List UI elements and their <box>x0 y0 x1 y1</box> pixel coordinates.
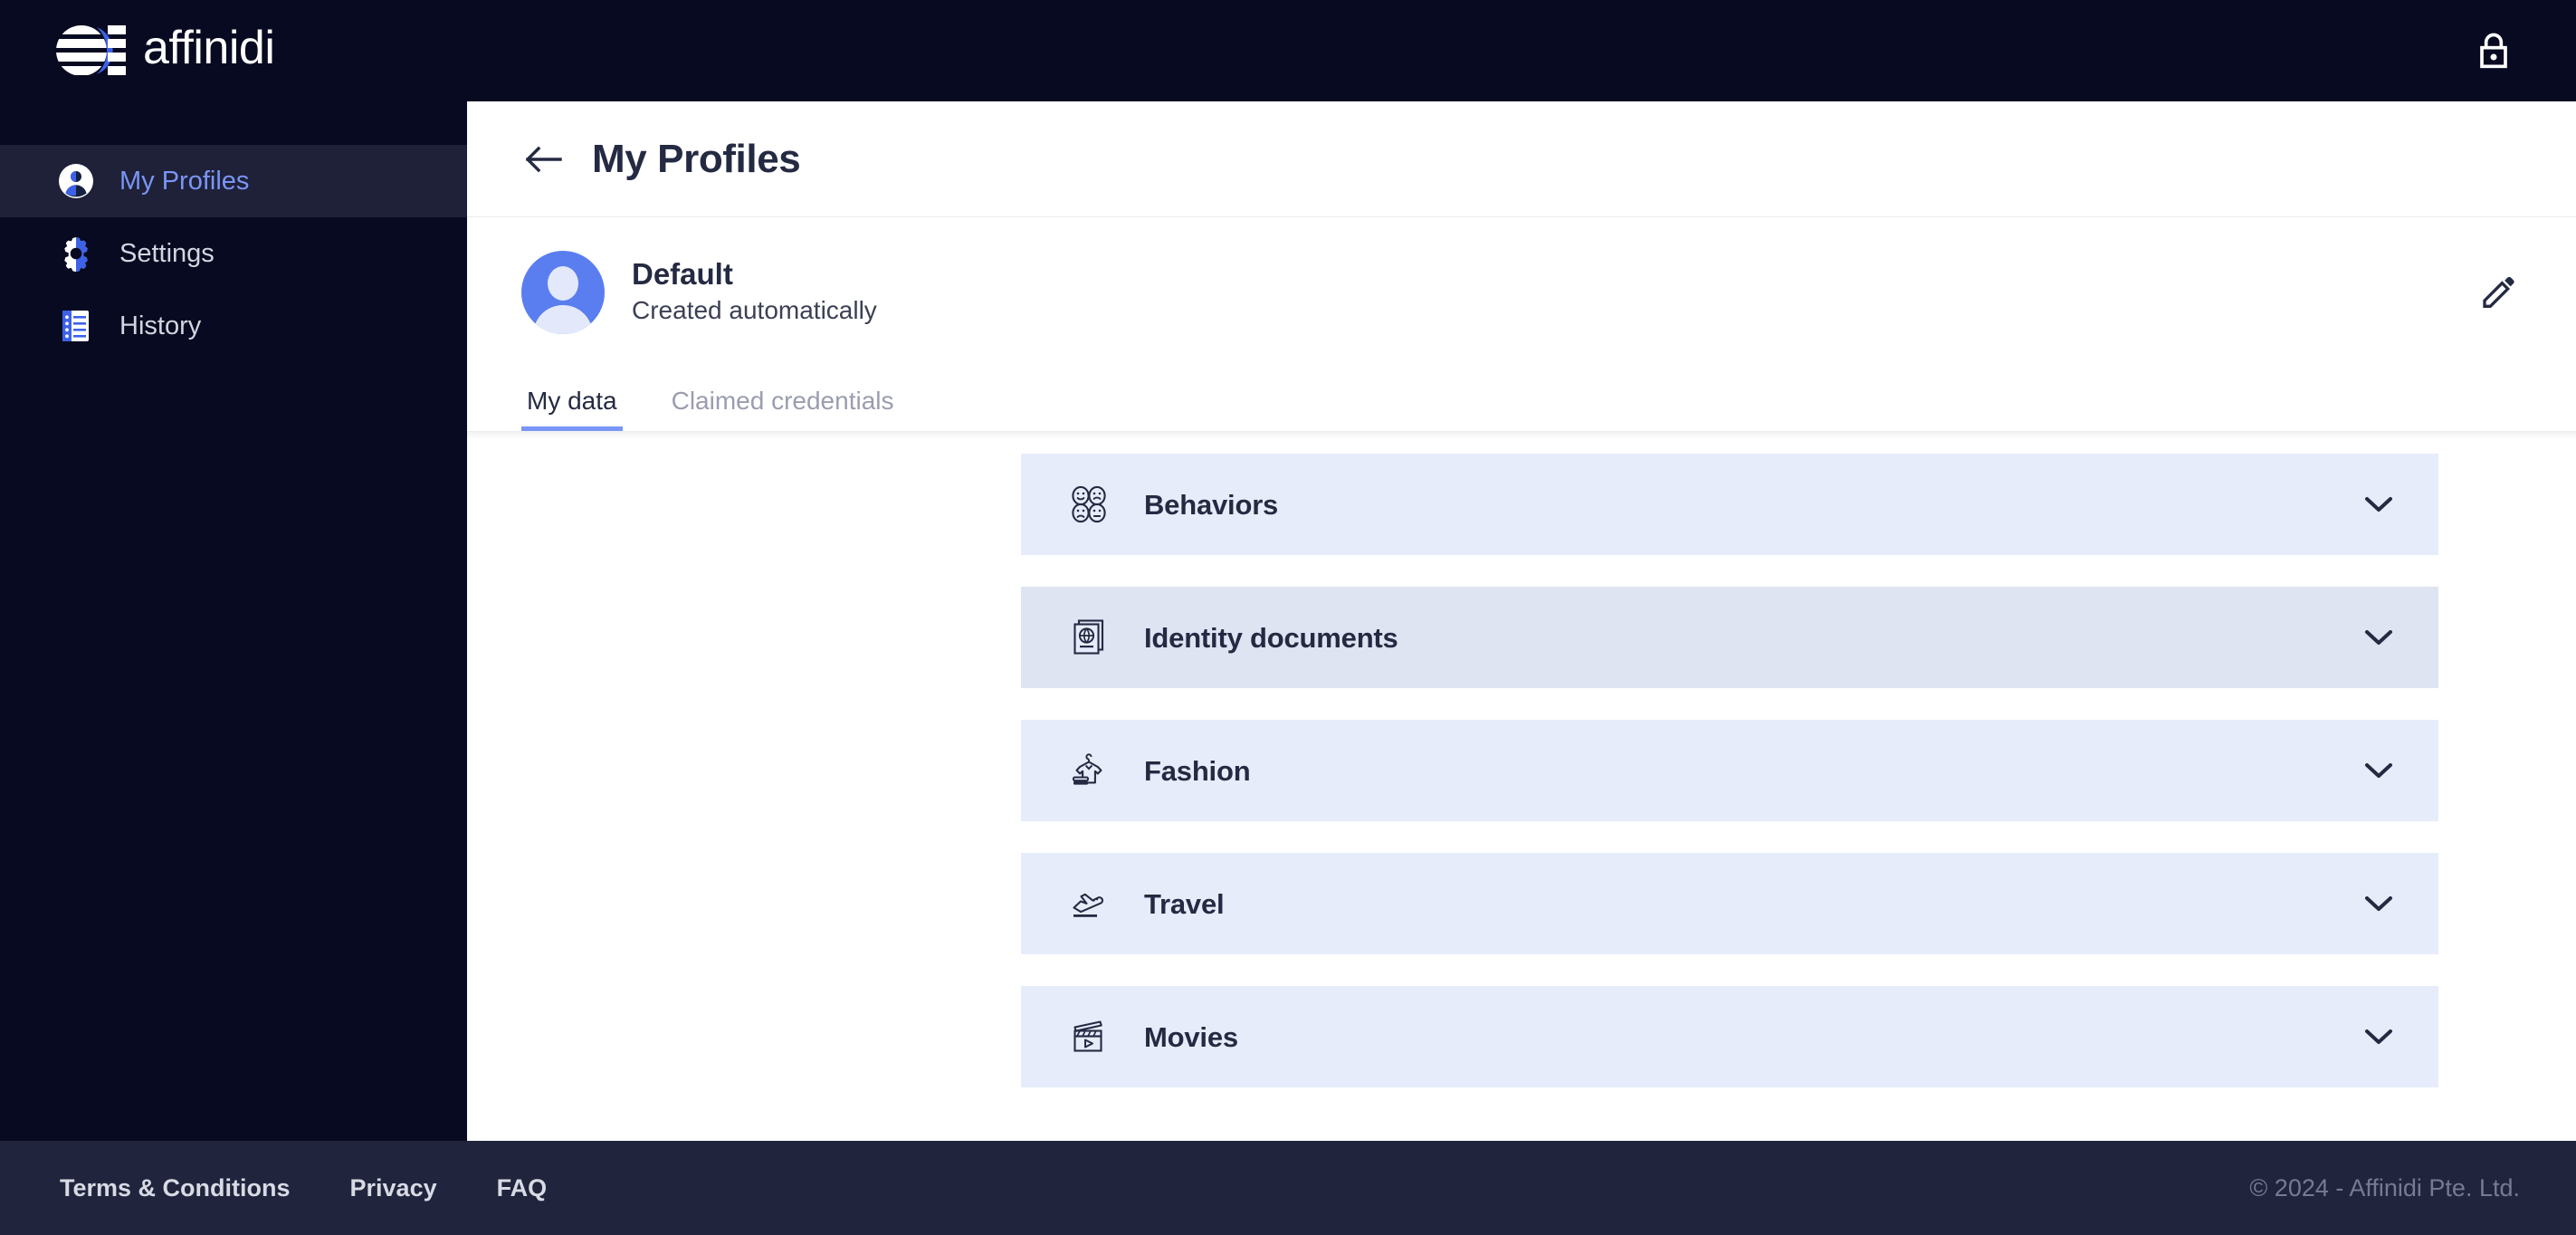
footer: Terms & Conditions Privacy FAQ © 2024 - … <box>0 1141 2576 1235</box>
tab-label: My data <box>527 387 617 415</box>
footer-link-faq[interactable]: FAQ <box>497 1175 548 1201</box>
top-bar: affinidi <box>0 0 2576 101</box>
accordion-row-behaviors[interactable]: Behaviors <box>1021 454 2438 555</box>
back-button[interactable] <box>521 136 568 183</box>
profile-tabs: My data Claimed credentials <box>467 367 2576 432</box>
accordion-row-travel[interactable]: Travel <box>1021 853 2438 954</box>
accordion-row-label: Movies <box>1144 1020 1238 1053</box>
emoji-faces-icon <box>1068 483 1110 525</box>
footer-link-privacy[interactable]: Privacy <box>350 1175 437 1201</box>
user-circle-icon <box>56 161 96 201</box>
accordion-row-label: Behaviors <box>1144 488 1279 521</box>
data-category-list[interactable]: Behaviors Identity documents Fashion Tra… <box>467 432 2576 1141</box>
clapperboard-icon <box>1068 1016 1110 1058</box>
chevron-down-icon[interactable] <box>2359 618 2399 657</box>
sidebar-item-settings[interactable]: Settings <box>0 217 467 290</box>
chevron-down-icon[interactable] <box>2359 484 2399 524</box>
accordion-row-movies[interactable]: Movies <box>1021 986 2438 1087</box>
edit-profile-button[interactable] <box>2473 267 2524 318</box>
sidebar: My Profiles Settings History <box>0 101 467 1141</box>
accordion-row-identity-documents[interactable]: Identity documents <box>1021 587 2438 688</box>
accordion-row-label: Travel <box>1144 887 1225 920</box>
footer-links: Terms & Conditions Privacy FAQ <box>60 1175 548 1201</box>
tab-label: Claimed credentials <box>671 387 894 415</box>
accordion-row-label: Identity documents <box>1144 621 1398 654</box>
main-content: My Profiles Default Created automaticall… <box>467 101 2576 1141</box>
chevron-down-icon[interactable] <box>2359 1017 2399 1057</box>
brand-name: affinidi <box>143 22 275 74</box>
sidebar-item-label: History <box>119 311 202 340</box>
chevron-down-icon[interactable] <box>2359 751 2399 790</box>
arrow-left-icon <box>526 146 562 172</box>
affinidi-logo-icon <box>56 25 126 75</box>
sidebar-item-history[interactable]: History <box>0 290 467 362</box>
passport-globe-icon <box>1068 617 1110 658</box>
brand-logo[interactable]: affinidi <box>56 19 275 82</box>
profile-name: Default <box>632 256 733 291</box>
pencil-edit-icon <box>2483 276 2514 308</box>
lock-icon <box>2480 33 2507 69</box>
accordion-row-fashion[interactable]: Fashion <box>1021 720 2438 821</box>
sidebar-item-label: My Profiles <box>119 166 250 196</box>
accordion-row-label: Fashion <box>1144 754 1251 787</box>
body-region: My Profiles Settings History My Profiles… <box>0 101 2576 1141</box>
sidebar-item-label: Settings <box>119 238 215 268</box>
airplane-takeoff-icon <box>1068 883 1110 924</box>
shirt-hanger-icon <box>1068 750 1110 791</box>
page-header: My Profiles <box>467 101 2576 217</box>
chevron-down-icon[interactable] <box>2359 884 2399 924</box>
profile-meta: Default Created automatically <box>632 256 877 325</box>
app-root: affinidi My Profiles Settings History My… <box>0 0 2576 1235</box>
footer-link-terms[interactable]: Terms & Conditions <box>60 1175 291 1201</box>
lock-button[interactable] <box>2467 24 2520 77</box>
copyright-text: © 2024 - Affinidi Pte. Ltd. <box>2249 1173 2520 1201</box>
sidebar-item-my-profiles[interactable]: My Profiles <box>0 145 467 217</box>
tab-claimed-credentials[interactable]: Claimed credentials <box>666 388 900 431</box>
page-title: My Profiles <box>592 136 801 181</box>
notebook-list-icon <box>56 306 96 346</box>
avatar-person-icon <box>521 250 605 334</box>
tab-my-data[interactable]: My data <box>521 388 623 431</box>
profile-summary: Default Created automatically <box>467 217 2576 367</box>
profile-subtitle: Created automatically <box>632 296 877 325</box>
gear-icon <box>56 234 96 273</box>
